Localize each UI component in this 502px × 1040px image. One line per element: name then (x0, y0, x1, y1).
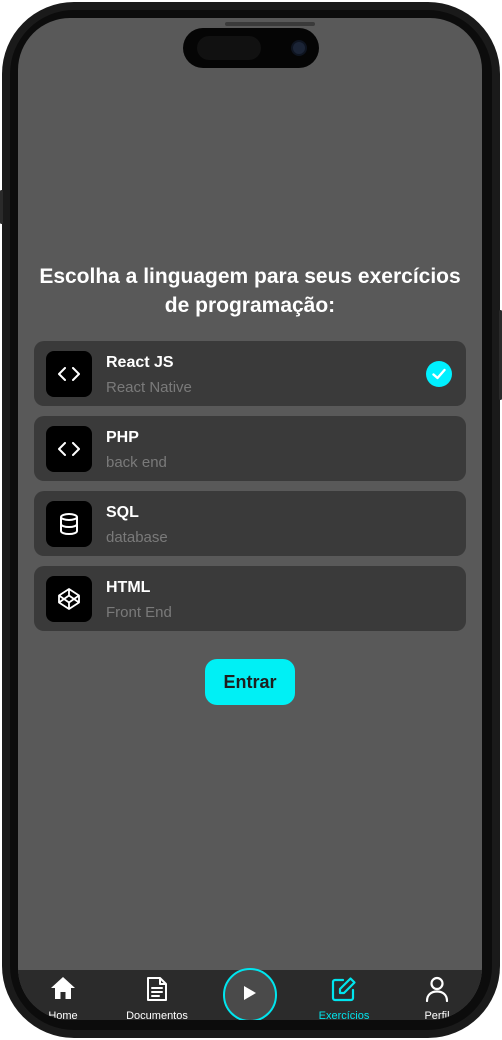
enter-button[interactable]: Entrar (205, 659, 295, 705)
language-name: PHP (106, 429, 139, 446)
code-icon (46, 426, 92, 472)
user-icon (425, 976, 449, 1007)
database-icon (46, 501, 92, 547)
camera-lens (291, 40, 307, 56)
language-name: SQL (106, 504, 139, 521)
language-subtitle: Front End (106, 604, 172, 621)
app-screen: Escolha a linguagem para seus exercícios… (18, 18, 482, 1020)
sensor-area (197, 36, 261, 60)
language-name: React JS (106, 354, 174, 371)
edit-icon (331, 976, 357, 1007)
codepen-icon (46, 576, 92, 622)
language-subtitle: database (106, 529, 168, 546)
check-icon (426, 361, 452, 387)
language-name: HTML (106, 579, 151, 596)
tab-label: Documentos (126, 1010, 188, 1020)
page-title: Escolha a linguagem para seus exercícios… (39, 265, 461, 317)
tab-exercicios[interactable]: Exercícios (304, 970, 384, 1020)
code-icon (46, 351, 92, 397)
side-button-left (0, 190, 3, 224)
language-list: React JS React Native PHP back end SQL d… (34, 341, 466, 641)
language-option-react[interactable]: React JS React Native (34, 341, 466, 406)
tab-perfil[interactable]: Perfil (397, 970, 477, 1020)
tab-documentos[interactable]: Documentos (117, 970, 197, 1020)
tab-label: Exercícios (318, 1010, 370, 1020)
language-option-php[interactable]: PHP back end (34, 416, 466, 481)
language-subtitle: React Native (106, 379, 192, 396)
tab-label: Home (48, 1010, 78, 1020)
home-icon (50, 976, 76, 1005)
document-icon (146, 976, 168, 1007)
dynamic-island (183, 28, 319, 68)
frame-top-line (225, 22, 315, 26)
tab-label: Perfil (424, 1010, 450, 1020)
language-subtitle: back end (106, 454, 167, 471)
tab-home[interactable]: Home (23, 970, 103, 1020)
play-button[interactable] (223, 968, 277, 1020)
language-option-html[interactable]: HTML Front End (34, 566, 466, 631)
play-icon (243, 985, 257, 1006)
language-option-sql[interactable]: SQL database (34, 491, 466, 556)
